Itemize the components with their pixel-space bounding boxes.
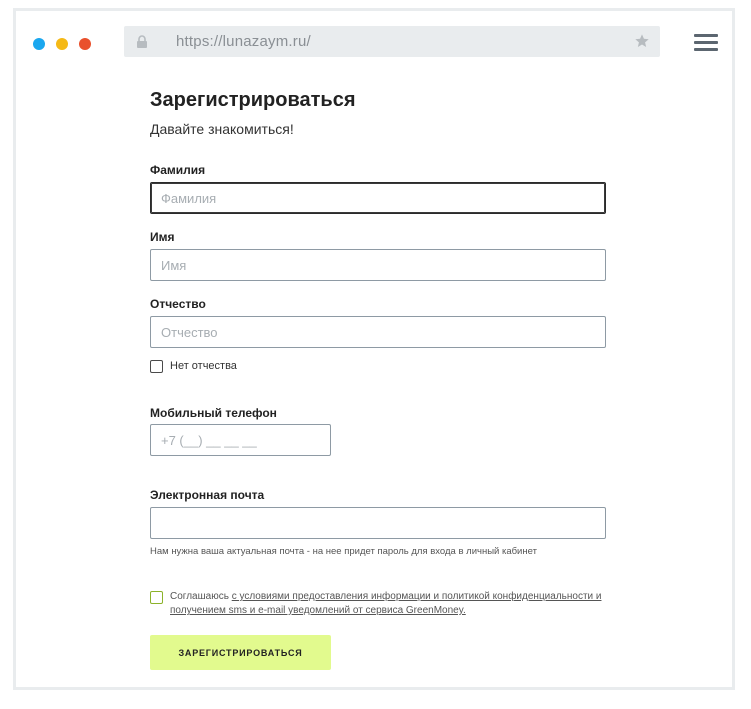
no-patronymic-label: Нет отчества	[170, 360, 237, 372]
consent-text: Соглашаюсь с условиями предоставления ин…	[170, 590, 610, 618]
email-input[interactable]	[150, 507, 606, 539]
window-close-dot[interactable]	[33, 38, 45, 50]
patronymic-label: Отчество	[150, 297, 206, 311]
url-text: https://lunazaym.ru/	[176, 33, 311, 50]
page-subtitle: Давайте знакомиться!	[150, 121, 294, 137]
window-maximize-dot[interactable]	[79, 38, 91, 50]
phone-input[interactable]	[150, 424, 331, 456]
patronymic-input[interactable]	[150, 316, 606, 348]
window-minimize-dot[interactable]	[56, 38, 68, 50]
email-label: Электронная почта	[150, 488, 265, 502]
lock-icon	[137, 35, 147, 48]
phone-label: Мобильный телефон	[150, 406, 277, 420]
name-input[interactable]	[150, 249, 606, 281]
star-icon[interactable]	[634, 33, 650, 49]
email-hint: Нам нужна ваша актуальная почта - на нее…	[150, 546, 537, 557]
consent-terms-link[interactable]: с условиями предоставления информации и …	[170, 591, 601, 616]
browser-window: https://lunazaym.ru/ Зарегистрироваться …	[13, 8, 735, 690]
hamburger-menu-icon[interactable]	[694, 34, 718, 52]
address-bar[interactable]: https://lunazaym.ru/	[124, 26, 660, 57]
surname-input[interactable]	[150, 182, 606, 214]
no-patronymic-checkbox[interactable]	[150, 360, 163, 373]
page-title: Зарегистрироваться	[150, 89, 356, 111]
name-label: Имя	[150, 230, 175, 244]
consent-row: Соглашаюсь с условиями предоставления ин…	[150, 590, 610, 618]
consent-prefix: Соглашаюсь	[170, 591, 232, 602]
no-patronymic-row[interactable]: Нет отчества	[150, 360, 237, 373]
register-button[interactable]: ЗАРЕГИСТРИРОВАТЬСЯ	[150, 635, 331, 670]
consent-checkbox[interactable]	[150, 591, 163, 604]
surname-label: Фамилия	[150, 163, 206, 177]
